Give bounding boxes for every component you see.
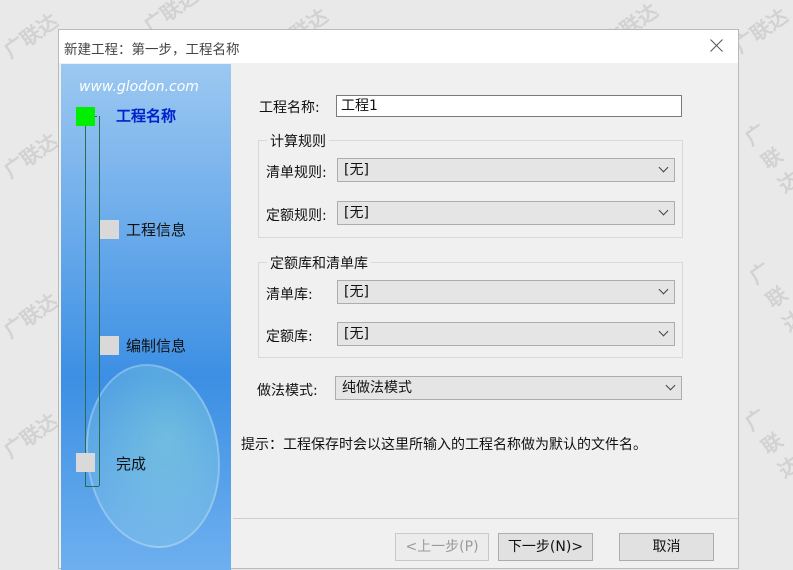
title-bar: 新建工程：第一步，工程名称 [59,30,738,63]
wizard-content: 工程名称: 工程1 计算规则 清单规则: [无] 定额规则: [无] 定额库和清… [233,64,738,516]
quota-rule-select[interactable]: [无] [337,201,675,225]
project-name-label: 工程名称: [259,100,320,116]
next-button[interactable]: 下一步(N)> [498,533,593,561]
method-mode-value: 纯做法模式 [342,380,412,396]
watermark-text: 广联达 [0,408,63,463]
step-label-project-info: 工程信息 [126,221,187,239]
watermark-text: 广联达 [744,257,793,337]
step-connector [85,108,86,486]
chevron-down-icon [658,326,669,337]
sidebar-url: www.glodon.com [79,79,199,95]
step-marker-project-name [76,107,95,126]
chevron-down-icon [658,284,669,295]
step-marker-finish [76,453,95,472]
button-divider [233,518,738,519]
libraries-title: 定额库和清单库 [267,253,371,273]
watermark-text: 广联达 [0,128,63,183]
bill-lib-value: [无] [344,284,369,300]
prev-button[interactable]: <上一步(P) [395,533,489,561]
calc-rules-title: 计算规则 [267,131,329,151]
watermark-text: 广联达 [0,288,63,343]
quota-rule-label: 定额规则: [266,208,327,224]
quota-lib-value: [无] [344,326,369,342]
chevron-down-icon [665,380,676,391]
watermark-text: 广联达 [740,404,793,483]
chevron-down-icon [658,205,669,216]
quota-rule-value: [无] [344,205,369,221]
bill-rule-select[interactable]: [无] [337,158,675,182]
method-mode-label: 做法模式: [257,383,318,399]
watermark-text: 广联达 [740,119,793,198]
wizard-sidebar: www.glodon.com 工程名称 工程信息 编制信息 完成 [61,64,231,570]
watermark-text: 广联达 [0,8,63,63]
bill-rule-value: [无] [344,162,369,178]
step-marker-project-info [100,220,119,239]
method-mode-select[interactable]: 纯做法模式 [335,376,682,400]
chevron-down-icon [658,162,669,173]
step-label-finish: 完成 [116,455,147,473]
project-name-input[interactable]: 工程1 [336,95,682,117]
hint-text: 提示：工程保存时会以这里所输入的工程名称做为默认的文件名。 [241,437,647,453]
step-connector [99,116,100,486]
bill-lib-select[interactable]: [无] [337,280,675,304]
quota-lib-select[interactable]: [无] [337,322,675,346]
quota-lib-label: 定额库: [266,329,313,345]
close-icon[interactable] [706,35,728,57]
bill-lib-label: 清单库: [266,287,313,303]
dialog-title: 新建工程：第一步，工程名称 [64,42,240,58]
bill-rule-label: 清单规则: [266,165,327,181]
step-marker-compile-info [100,336,119,355]
logo-decoration [86,364,220,548]
cancel-button[interactable]: 取消 [619,533,714,561]
step-connector [85,486,99,487]
step-label-compile-info: 编制信息 [126,337,187,355]
step-label-project-name: 工程名称 [116,107,177,125]
new-project-dialog: 新建工程：第一步，工程名称 www.glodon.com 工程名称 工程信息 编… [58,29,739,570]
